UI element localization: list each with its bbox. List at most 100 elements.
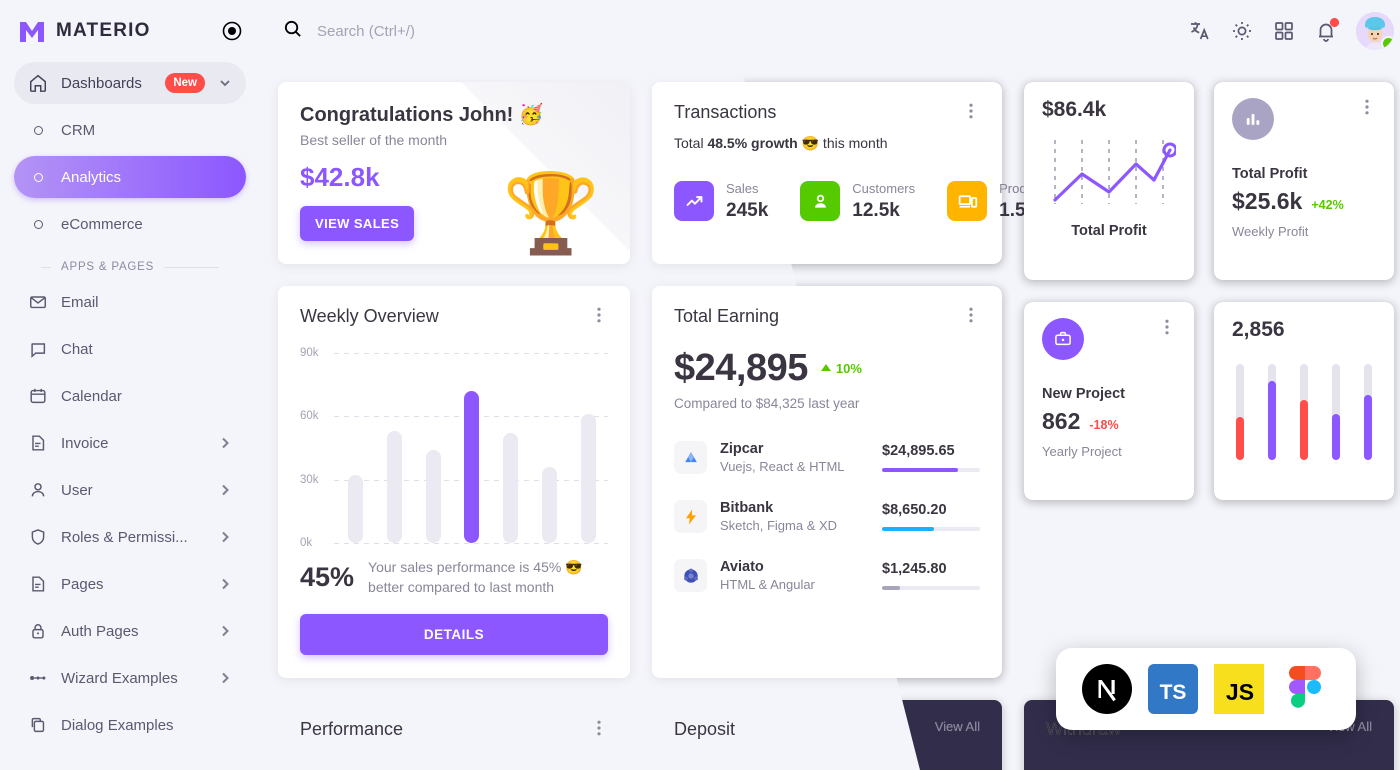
chevron-right-icon[interactable]	[217, 529, 233, 545]
sidebar-item-label: Chat	[61, 340, 93, 358]
earning-item-name: Bitbank	[720, 500, 774, 516]
sidebar-item-label: Dashboards	[61, 74, 142, 92]
weekly-overview-card: Weekly Overview 90k 60k 30k 0k 45% Your sal…	[278, 286, 630, 678]
stat-label: Sales	[726, 181, 759, 196]
sidebar-header: MATERIO	[0, 0, 260, 62]
sessions-fill	[1300, 400, 1308, 460]
earning-item-price: $1,245.80	[882, 561, 947, 577]
project-row: New Project 862 -18% Yearly Project 2,85…	[1024, 302, 1394, 500]
apps-grid-icon[interactable]	[1272, 19, 1296, 43]
circle-target-icon[interactable]	[222, 21, 242, 41]
typescript-logo-icon[interactable]: TS	[1146, 662, 1200, 716]
sidebar-item-label: User	[61, 481, 93, 499]
new-project-row: 862 -18%	[1042, 408, 1176, 435]
avatar[interactable]	[1356, 12, 1394, 50]
circle-icon	[27, 119, 49, 141]
chevron-right-icon[interactable]	[217, 435, 233, 451]
more-options-icon[interactable]	[962, 306, 980, 324]
chevron-right-icon[interactable]	[217, 576, 233, 592]
chart-bar[interactable]	[542, 467, 558, 543]
notification-dot	[1330, 18, 1339, 27]
earning-compare: Compared to $84,325 last year	[674, 396, 860, 411]
sidebar-item-dashboards[interactable]: Dashboards New	[14, 62, 246, 104]
card-title: Deposit	[674, 719, 736, 739]
sidebar-item-email[interactable]: Email	[14, 281, 246, 323]
translate-icon[interactable]	[1188, 19, 1212, 43]
earning-item-text: Aviato HTML & Angular	[720, 559, 815, 592]
sidebar-item-label: Dialog Examples	[61, 716, 174, 734]
circle-icon	[27, 213, 49, 235]
chart-bar[interactable]	[580, 414, 596, 543]
sessions-value: 2,856	[1232, 318, 1285, 341]
search-icon	[282, 18, 303, 44]
sidebar-item-ecommerce[interactable]: eCommerce	[14, 203, 246, 245]
more-options-icon[interactable]	[1158, 318, 1176, 336]
sidebar-item-analytics[interactable]: Analytics	[14, 156, 246, 198]
figma-logo-icon[interactable]	[1278, 662, 1332, 716]
weekly-profit-value: $25.6k	[1232, 188, 1303, 214]
chart-bar[interactable]	[464, 391, 480, 543]
svg-text:JS: JS	[1226, 679, 1254, 705]
javascript-logo-icon[interactable]: JS	[1212, 662, 1266, 716]
chevron-right-icon[interactable]	[217, 623, 233, 639]
chart-ytick-label: 90k	[300, 347, 319, 359]
search-input[interactable]: Search (Ctrl+/)	[282, 18, 1174, 44]
earning-item-price: $24,895.65	[882, 443, 955, 459]
more-options-icon[interactable]	[1358, 98, 1376, 116]
aviato-logo-icon	[674, 559, 707, 592]
chart-ytick-label: 60k	[300, 410, 319, 423]
view-all-link[interactable]: View All	[935, 719, 980, 734]
card-header: Total Earning	[674, 306, 980, 327]
sidebar-item-invoice[interactable]: Invoice	[14, 422, 246, 464]
chart-bar[interactable]	[503, 433, 519, 543]
chevron-right-icon[interactable]	[217, 670, 233, 686]
more-options-icon[interactable]	[590, 306, 608, 324]
calendar-icon	[27, 385, 49, 407]
details-button[interactable]: DETAILS	[300, 613, 608, 655]
zipcar-logo-icon	[674, 441, 707, 474]
theme-sun-icon[interactable]	[1230, 19, 1254, 43]
briefcase-icon	[1042, 318, 1084, 360]
more-options-icon[interactable]	[962, 102, 980, 120]
card-header: Transactions	[674, 102, 980, 123]
arrow-up-icon	[820, 361, 832, 376]
sidebar-item-crm[interactable]: CRM	[14, 109, 246, 151]
earning-amount-row: $24,895 10%	[674, 347, 980, 390]
card-header: Weekly Overview	[300, 306, 608, 327]
stat-label: Customers	[852, 181, 916, 196]
sidebar-item-pages[interactable]: Pages	[14, 563, 246, 605]
sidebar-item-chat[interactable]: Chat	[14, 328, 246, 370]
notification-bell-icon[interactable]	[1314, 18, 1339, 43]
growth-prefix: Total	[674, 135, 708, 151]
sidebar-item-auth-pages[interactable]: Auth Pages	[14, 610, 246, 652]
new-project-percent: -18%	[1089, 418, 1119, 432]
sidebar-item-wizard-examples[interactable]: Wizard Examples	[14, 657, 246, 699]
sidebar-item-calendar[interactable]: Calendar	[14, 375, 246, 417]
search-placeholder: Search (Ctrl+/)	[317, 22, 415, 40]
nextjs-logo-icon[interactable]	[1080, 662, 1134, 716]
chevron-down-icon[interactable]	[217, 75, 233, 91]
chevron-right-icon[interactable]	[217, 482, 233, 498]
sidebar-item-dialog-examples[interactable]: Dialog Examples	[14, 704, 246, 746]
performance-note-line2: better compared to last month	[368, 579, 555, 596]
earning-item: Aviato HTML & Angular $1,245.80	[674, 559, 980, 592]
sidebar-item-label: Email	[61, 293, 99, 311]
tech-logos-pill: TS JS	[1056, 648, 1356, 730]
sidebar-item-label: Roles & Permissi...	[61, 528, 188, 546]
circle-icon	[27, 166, 49, 188]
more-options-icon[interactable]	[590, 719, 608, 737]
weekly-profit-row: $25.6k +42%	[1232, 188, 1376, 215]
new-project-sub: Yearly Project	[1042, 444, 1122, 459]
chart-bar[interactable]	[425, 450, 441, 543]
chart-bar[interactable]	[386, 431, 402, 543]
card-title: Total Earning	[674, 306, 780, 326]
dashboard-column-right: $86.4k Total Profit	[1024, 82, 1394, 678]
devices-icon	[947, 181, 988, 221]
sidebar-item-roles-permissions[interactable]: Roles & Permissi...	[14, 516, 246, 558]
performance-note-line1: Your sales performance is 45% 😎	[368, 559, 583, 575]
view-sales-button[interactable]: VIEW SALES	[300, 206, 415, 241]
chart-bar[interactable]	[348, 475, 363, 543]
sidebar-item-user[interactable]: User	[14, 469, 246, 511]
sessions-fill	[1364, 394, 1372, 460]
new-project-label: New Project	[1042, 386, 1125, 402]
